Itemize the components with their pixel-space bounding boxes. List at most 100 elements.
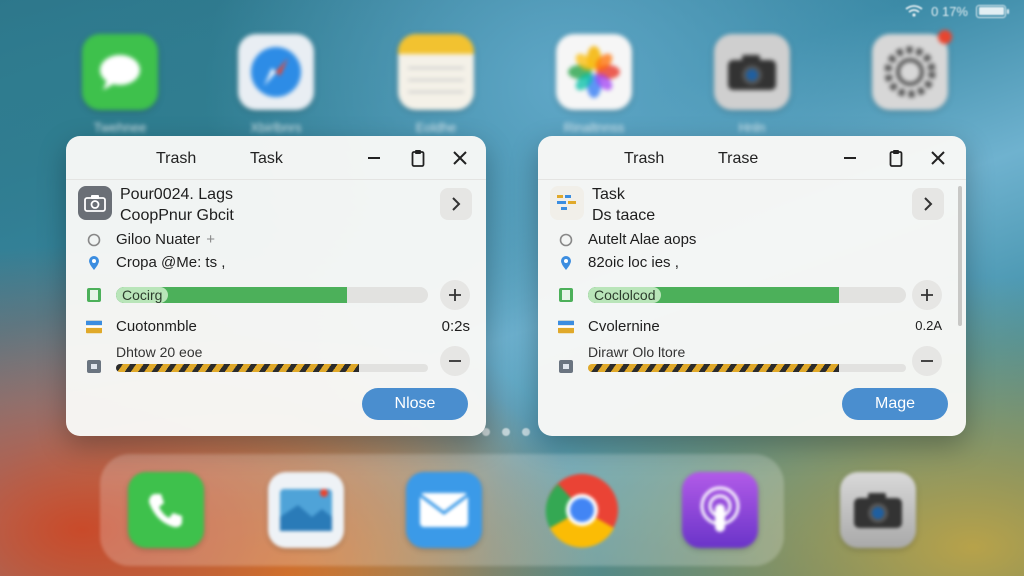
tab-trash[interactable]: Trash (624, 150, 664, 168)
task-subtitle: CoopPnur Gbcit (120, 207, 234, 224)
item-progress-row: Dirawr Olo ltore (550, 342, 946, 382)
page-dot (522, 428, 530, 436)
item-subtitle: Dirawr Olo ltore (588, 344, 686, 360)
plus-icon (921, 289, 933, 301)
tab-trash[interactable]: Trash (156, 150, 196, 168)
clipboard-button[interactable] (406, 146, 430, 170)
notification-badge (938, 30, 952, 44)
list-item[interactable]: Autelt Alae aops (550, 230, 946, 250)
item-title: Cuotonmble (116, 318, 197, 335)
close-action-button[interactable]: Nlose (362, 388, 468, 420)
camera-icon (854, 493, 902, 528)
page-dot (502, 428, 510, 436)
task-header-row[interactable]: Task Ds taace (550, 186, 946, 224)
panel-titlebar: Trash Task (66, 136, 486, 180)
tab-trase[interactable]: Trase (718, 150, 758, 168)
panel-titlebar: Trash Trase (538, 136, 966, 180)
chevron-right-icon (924, 197, 933, 211)
task-header-row[interactable]: Pour0024. Lags CoopPnur Gbcit (78, 186, 474, 224)
folder-icon (86, 358, 102, 374)
progress-bar: Coclolcod (588, 287, 906, 303)
task-title: Task (592, 186, 625, 203)
minus-icon (921, 360, 933, 362)
expand-button[interactable] (912, 188, 944, 220)
item-progress-row: Dhtow 20 eoe (78, 342, 474, 382)
progress-label: Coclolcod (588, 287, 662, 303)
camera-app-extra[interactable] (840, 472, 916, 548)
item-value: 0.2A (915, 318, 942, 333)
scrollbar[interactable] (958, 186, 962, 326)
compass-icon (251, 47, 301, 97)
page-indicator[interactable] (482, 428, 530, 436)
image-icon (280, 489, 332, 531)
folder-icon (558, 358, 574, 374)
list-item: 82oic loc ies , (550, 253, 946, 273)
flower-icon (568, 46, 620, 98)
image-icon (86, 319, 102, 335)
add-button[interactable] (440, 280, 470, 310)
remove-button[interactable] (440, 346, 470, 376)
list-item-text: Autelt Alae aops (588, 231, 697, 248)
radio-icon[interactable] (558, 232, 574, 248)
item-value: 0:2s (441, 318, 470, 335)
mail-image-app[interactable] (268, 472, 344, 548)
location-pin-icon (558, 255, 574, 271)
camera-app[interactable]: Hnln (714, 34, 790, 135)
photos-app[interactable]: Rinaltnnss (556, 34, 632, 135)
safari-app[interactable]: Xbirlbnrs (238, 34, 314, 135)
clipboard-button[interactable] (884, 146, 908, 170)
radio-icon[interactable] (86, 232, 102, 248)
list-item[interactable]: Giloo Nuater + (78, 230, 474, 250)
task-title: Pour0024. Lags (120, 186, 233, 203)
podcasts-app[interactable] (682, 472, 758, 548)
item-row: Cvolernine 0.2A (550, 316, 946, 338)
chrome-icon (545, 474, 618, 548)
task-panel-left: Trash Task Pour0024. Lags CoopPnur Gbcit… (66, 136, 486, 436)
item-title: Cvolernine (588, 318, 660, 335)
camera-icon (78, 186, 112, 220)
minus-icon (449, 360, 461, 362)
list-item-text: Cropa @Me: ts , (116, 254, 226, 271)
remove-button[interactable] (912, 346, 942, 376)
list-item-text: Giloo Nuater + (116, 231, 215, 248)
manage-action-button[interactable]: Mage (842, 388, 948, 420)
progress-label: Cocirg (116, 287, 169, 303)
progress-row: Coclolcod (550, 280, 946, 310)
task-panel-right: Trash Trase Task Ds taace Autelt Alae ao… (538, 136, 966, 436)
list-item: Cropa @Me: ts , (78, 253, 474, 273)
mail-app[interactable] (406, 472, 482, 548)
document-icon (86, 287, 102, 303)
close-icon (453, 151, 467, 165)
speech-bubble-icon (100, 55, 140, 90)
messages-app[interactable]: Twehnee (82, 34, 158, 135)
chrome-app[interactable] (544, 472, 620, 548)
close-button[interactable] (926, 146, 950, 170)
minus-icon (844, 157, 856, 159)
document-icon (558, 287, 574, 303)
location-pin-icon (86, 255, 102, 271)
item-subtitle: Dhtow 20 eoe (116, 344, 203, 360)
phone-app[interactable] (128, 472, 204, 548)
hazard-progress-bar (116, 364, 428, 372)
notes-app[interactable]: Eoldhe (398, 34, 474, 135)
image-icon (558, 319, 574, 335)
chevron-right-icon (452, 197, 461, 211)
camera-icon (728, 55, 776, 90)
add-button[interactable] (912, 280, 942, 310)
task-subtitle: Ds taace (592, 207, 656, 224)
progress-row: Cocirg (78, 280, 474, 310)
close-icon (931, 151, 945, 165)
minimize-button[interactable] (838, 146, 862, 170)
notes-icon (398, 34, 474, 93)
hazard-fill (588, 364, 840, 372)
close-button[interactable] (448, 146, 472, 170)
tab-task[interactable]: Task (250, 150, 283, 168)
podcast-icon (700, 486, 740, 532)
dock (100, 454, 784, 566)
hazard-fill (116, 364, 360, 372)
expand-button[interactable] (440, 188, 472, 220)
settings-app[interactable] (872, 30, 952, 120)
item-row: Cuotonmble 0:2s (78, 316, 474, 338)
clipboard-icon (889, 150, 903, 167)
minimize-button[interactable] (362, 146, 386, 170)
